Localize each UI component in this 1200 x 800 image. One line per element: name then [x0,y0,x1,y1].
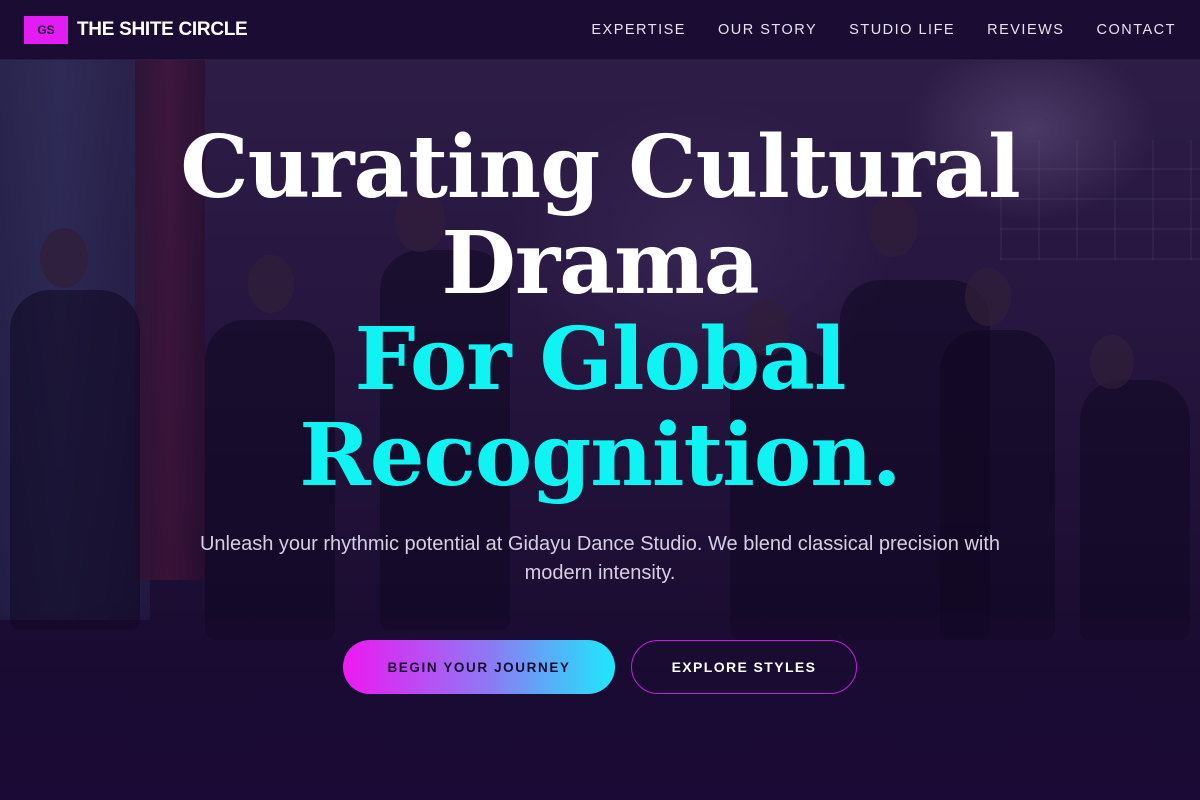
main-nav: EXPERTISE OUR STORY STUDIO LIFE REVIEWS … [591,22,1176,38]
navbar: GS THE SHITE CIRCLE EXPERTISE OUR STORY … [0,0,1200,60]
brand-name: THE SHITE CIRCLE [77,18,248,40]
brand-logo: GS [24,15,68,44]
cta-row: BEGIN YOUR JOURNEY EXPLORE STYLES [0,640,1200,694]
headline-line-2: Drama [441,213,759,314]
hero-subtext: Unleash your rhythmic potential at Giday… [199,533,1001,584]
headline-line-1: Curating Cultural [180,117,1021,218]
nav-item-contact[interactable]: CONTACT [1096,22,1176,38]
nav-item-reviews[interactable]: REVIEWS [987,22,1064,38]
nav-item-our-story[interactable]: OUR STORY [718,22,817,38]
hero-headline: Curating Cultural Drama For Global Recog… [0,120,1200,504]
headline-line-4: Recognition. [299,405,901,506]
begin-journey-button[interactable]: BEGIN YOUR JOURNEY [343,640,615,694]
brand-link[interactable]: GS THE SHITE CIRCLE [24,15,248,44]
hero-section: Curating Cultural Drama For Global Recog… [0,120,1200,694]
nav-item-studio-life[interactable]: STUDIO LIFE [849,22,955,38]
headline-line-3: For Global [354,309,847,410]
nav-item-expertise[interactable]: EXPERTISE [591,22,686,38]
explore-styles-button[interactable]: EXPLORE STYLES [631,640,857,694]
